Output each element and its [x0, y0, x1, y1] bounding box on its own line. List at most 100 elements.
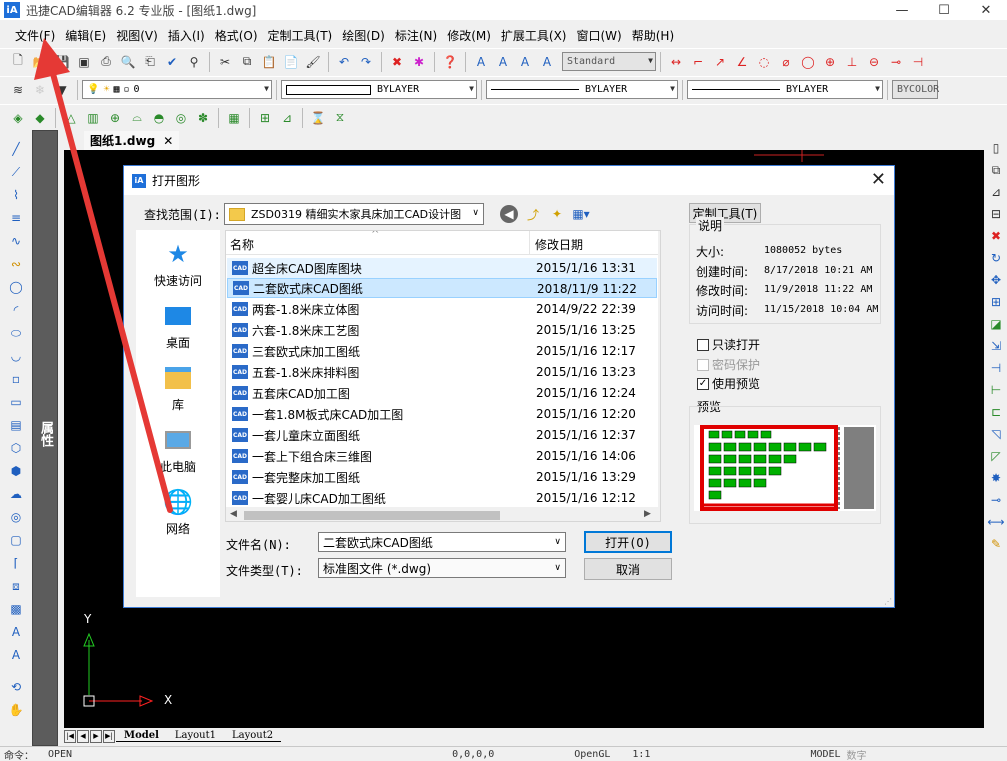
rectangle-icon[interactable]: ▭ [6, 392, 26, 412]
trim-icon[interactable]: ⊣ [986, 358, 1006, 378]
file-row[interactable]: CAD 五套床CAD加工图 2015/1/16 12:24 [227, 383, 657, 403]
elliptical-arc-icon[interactable]: ◡ [6, 346, 26, 366]
close-icon[interactable]: ✕ [163, 134, 173, 148]
column-header-name[interactable]: 名称 [230, 236, 254, 253]
ordinate-dim-icon[interactable]: ⌐ [688, 52, 708, 72]
line-icon[interactable]: ╱ [6, 139, 26, 159]
wipeout-icon[interactable]: ▢ [6, 530, 26, 550]
aligned-dim-icon[interactable]: ↗ [710, 52, 730, 72]
new-folder-icon[interactable]: ✦ [548, 205, 566, 223]
menu-modify[interactable]: 修改(M) [442, 27, 496, 44]
layer-previous-icon[interactable]: ❄ [30, 80, 50, 100]
use-preview-checkbox[interactable]: ✓ 使用预览 [697, 375, 760, 392]
edit-text-icon[interactable]: A [537, 52, 557, 72]
block-icon[interactable]: ⧈ [6, 576, 26, 596]
open-file-icon[interactable]: 📂 [30, 52, 50, 72]
last-layout-icon[interactable]: ▶| [103, 729, 115, 743]
column-divider[interactable] [529, 231, 530, 255]
file-row-selected[interactable]: CAD 二套欧式床CAD图纸 2018/11/9 11:22 [227, 278, 657, 298]
layout-tab-layout1[interactable]: Layout1 [166, 730, 224, 742]
menu-dimension[interactable]: 标注(N) [390, 27, 442, 44]
save-icon[interactable]: 💾 [52, 52, 72, 72]
horizontal-scroll-thumb[interactable] [244, 511, 500, 520]
prev-layout-icon[interactable]: ◀ [77, 729, 89, 743]
file-row[interactable]: CAD 六套-1.8米床工艺图 2015/1/16 13:25 [227, 320, 657, 340]
slice-icon[interactable]: ⊿ [277, 108, 297, 128]
save-as-icon[interactable]: ▣ [74, 52, 94, 72]
paste-icon[interactable]: 📋 [259, 52, 279, 72]
cut-icon[interactable]: ✂ [215, 52, 235, 72]
model-indicator[interactable]: MODEL [810, 749, 840, 760]
view-menu-icon[interactable]: ▦▾ [572, 205, 590, 223]
quick-dim-icon[interactable]: ⊸ [886, 52, 906, 72]
fillet-object-icon[interactable]: ◸ [986, 446, 1006, 466]
cone-icon[interactable]: △ [61, 108, 81, 128]
menu-view[interactable]: 视图(V) [111, 27, 163, 44]
new-file-icon[interactable]: 🗋 [8, 52, 28, 72]
back-icon[interactable]: ◀ [500, 205, 518, 223]
document-tab[interactable]: 图纸1.dwg ✕ [84, 131, 180, 150]
spellcheck-icon[interactable]: ✔ [162, 52, 182, 72]
lineweight-select[interactable]: BYLAYER ▼ [687, 80, 883, 99]
point-icon[interactable]: ▫ [6, 369, 26, 389]
angular-dim-icon[interactable]: ∠ [732, 52, 752, 72]
scroll-left-icon[interactable]: ◀ [230, 509, 237, 519]
array-icon[interactable]: ⊞ [986, 292, 1006, 312]
digitize-indicator[interactable]: 数字 [847, 747, 867, 761]
edit-polyline-icon[interactable]: ✎ [986, 534, 1006, 554]
print-preview-icon[interactable]: 🔍 [118, 52, 138, 72]
print-icon[interactable]: ⎙ [96, 52, 116, 72]
menu-insert[interactable]: 插入(I) [163, 27, 210, 44]
section-icon[interactable]: ⊞ [255, 108, 275, 128]
up-folder-icon[interactable]: ⤴ [524, 205, 542, 223]
resize-grip-icon[interactable]: ⋰ [884, 597, 892, 606]
menu-edit[interactable]: 编辑(E) [60, 27, 111, 44]
menu-file[interactable]: 文件(F) [10, 27, 60, 44]
next-layout-icon[interactable]: ▶ [90, 729, 102, 743]
scroll-right-icon[interactable]: ▶ [644, 509, 651, 519]
boundary-icon[interactable]: ⬢ [6, 461, 26, 481]
leader-icon[interactable]: ⊥ [842, 52, 862, 72]
polyline-icon[interactable]: ⌇ [6, 185, 26, 205]
cylinder-icon[interactable]: ⌓ [127, 108, 147, 128]
filetype-select[interactable]: 标准图文件 (*.dwg) ∨ [318, 558, 566, 578]
offset-icon[interactable]: ⊟ [986, 204, 1006, 224]
explode-icon[interactable]: ✸ [986, 468, 1006, 488]
menu-extensions[interactable]: 扩展工具(X) [496, 27, 572, 44]
arc-dim-icon[interactable]: ◌ [754, 52, 774, 72]
linetype-select[interactable]: BYLAYER ▼ [486, 80, 678, 99]
scale-icon[interactable]: ◪ [986, 314, 1006, 334]
color-select[interactable]: BYLAYER ▼ [281, 80, 477, 99]
join-icon[interactable]: ⊸ [986, 490, 1006, 510]
menu-custom-tools[interactable]: 定制工具(T) [263, 27, 338, 44]
baseline-dim-icon[interactable]: ⊣ [908, 52, 928, 72]
file-row[interactable]: CAD 一套上下组合床三维图 2015/1/16 14:06 [227, 446, 657, 466]
file-row[interactable]: CAD 一套完整床加工图纸 2015/1/16 13:29 [227, 467, 657, 487]
center-mark-icon[interactable]: ⊕ [820, 52, 840, 72]
rotate-icon[interactable]: ↻ [986, 248, 1006, 268]
horizontal-scrollbar[interactable]: ◀ ▶ [226, 507, 660, 521]
layer-manager-icon[interactable]: ≋ [8, 80, 28, 100]
file-row[interactable]: CAD 超全床CAD图库图块 2015/1/16 13:31 [227, 258, 657, 278]
place-network[interactable]: 🌐 网络 [136, 488, 220, 537]
box-icon[interactable]: ▥ [83, 108, 103, 128]
fillet-icon[interactable]: ⌈ [6, 553, 26, 573]
diameter-dim-icon[interactable]: ⌀ [776, 52, 796, 72]
plot-style-select[interactable]: BYCOLOR [892, 80, 939, 99]
first-layout-icon[interactable]: |◀ [64, 729, 76, 743]
break-icon[interactable]: ⊏ [986, 402, 1006, 422]
cloud-icon[interactable]: ☁ [6, 484, 26, 504]
sphere-icon[interactable]: ⊕ [105, 108, 125, 128]
region-icon[interactable]: ▤ [6, 415, 26, 435]
union-icon[interactable]: ⌛ [308, 108, 328, 128]
multiline-icon[interactable]: ≡ [6, 208, 26, 228]
readonly-checkbox[interactable]: 只读打开 [697, 336, 760, 353]
circle-icon[interactable]: ◯ [6, 277, 26, 297]
menu-format[interactable]: 格式(O) [210, 27, 263, 44]
layout-tab-model[interactable]: Model [116, 730, 167, 742]
sketch-icon[interactable]: ∾ [6, 254, 26, 274]
solid-icon[interactable]: ◆ [30, 108, 50, 128]
open-button[interactable]: 打开(O) [584, 531, 672, 553]
scale-indicator[interactable]: 1:1 [632, 749, 650, 760]
properties-panel[interactable]: 属性 [32, 130, 58, 746]
